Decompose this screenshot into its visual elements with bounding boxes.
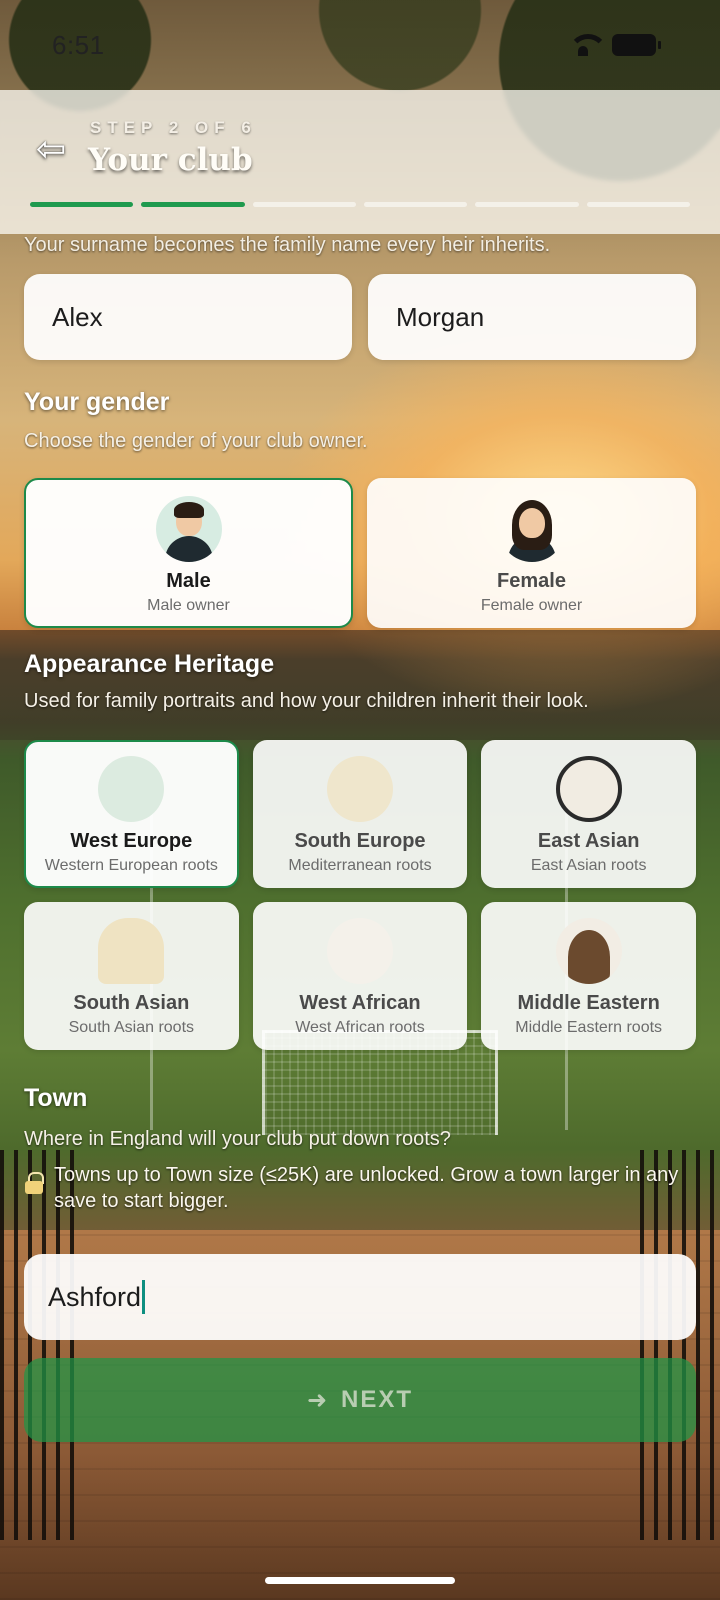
heritage-card-sub: Middle Eastern roots (515, 1019, 663, 1036)
step-progress (30, 202, 690, 207)
gender-card-title: Male (166, 570, 211, 592)
heritage-card-title: Middle Eastern (517, 992, 660, 1014)
progress-segment (586, 202, 690, 207)
status-time: 6:51 (52, 29, 105, 60)
first-name-field[interactable]: Alex (24, 274, 352, 360)
town-lock-note: Towns up to Town size (≤25K) are unlocke… (24, 1162, 696, 1214)
gender-card-female[interactable]: Female Female owner (367, 478, 696, 628)
heritage-card-sub: Western European roots (44, 857, 218, 874)
heritage-title: Appearance Heritage (24, 650, 275, 678)
status-icons (568, 34, 661, 56)
progress-segment (475, 202, 579, 207)
back-arrow-icon: ⇦ (35, 128, 67, 169)
south-europe-portrait-icon (326, 756, 393, 822)
gender-card-male[interactable]: Male Male owner (24, 478, 353, 628)
east-asian-portrait-icon (555, 756, 622, 822)
progress-segment (141, 202, 245, 207)
surname-hint: Your surname becomes the family name eve… (24, 234, 551, 256)
wifi-icon (568, 34, 608, 56)
gender-options: Male Male owner Female Female owner (24, 478, 696, 628)
lock-icon (24, 1172, 44, 1194)
town-skyline (0, 630, 720, 740)
lock-note-text: Towns up to Town size (≤25K) are unlocke… (54, 1164, 679, 1212)
west-african-portrait-icon (326, 918, 393, 984)
heritage-card-sub: East Asian roots (530, 857, 647, 874)
home-indicator[interactable] (265, 1577, 455, 1584)
next-button-label: NEXT (341, 1386, 414, 1413)
town-title: Town (24, 1084, 88, 1112)
female-avatar-icon (499, 496, 565, 562)
town-input[interactable]: Ashford (24, 1254, 696, 1340)
heritage-card-south-europe[interactable]: South Europe Mediterranean roots (252, 740, 468, 888)
south-asian-portrait-icon (98, 918, 165, 984)
heritage-card-middle-eastern[interactable]: Middle Eastern Middle Eastern roots (481, 902, 696, 1050)
name-row: Alex Morgan (24, 274, 696, 360)
heritage-card-title: South Asian (73, 992, 190, 1014)
heritage-card-south-asian[interactable]: South Asian South Asian roots (24, 902, 239, 1050)
heritage-card-title: East Asian (537, 830, 640, 852)
next-button[interactable]: ➜ NEXT (24, 1358, 696, 1442)
heritage-card-east-asian[interactable]: East Asian East Asian roots (481, 740, 696, 888)
surname-field[interactable]: Morgan (368, 274, 696, 360)
heritage-card-west-african[interactable]: West African West African roots (252, 902, 468, 1050)
arrow-right-icon: ➜ (306, 1386, 330, 1414)
west-europe-portrait-icon (98, 756, 165, 822)
back-button[interactable]: ⇦ (28, 126, 74, 172)
middle-eastern-portrait-icon (555, 918, 622, 984)
heritage-options: West Europe Western European roots South… (24, 740, 696, 1050)
progress-segment (30, 202, 134, 207)
town-subtitle: Where in England will your club put down… (24, 1128, 451, 1150)
gender-card-title: Female (497, 570, 566, 592)
gender-title: Your gender (24, 388, 170, 416)
step-label: STEP 2 OF 6 (90, 118, 257, 137)
heritage-card-sub: South Asian roots (68, 1019, 195, 1036)
heritage-card-sub: Mediterranean roots (288, 857, 432, 874)
battery-icon (612, 34, 661, 56)
heritage-subtitle: Used for family portraits and how your c… (24, 690, 589, 712)
gender-card-sub: Male owner (147, 597, 230, 614)
gender-card-sub: Female owner (480, 597, 583, 614)
page-title: Your club (88, 142, 253, 178)
header: ⇦ STEP 2 OF 6 Your club (0, 90, 720, 234)
status-bar: 6:51 (0, 0, 720, 90)
heritage-card-west-europe[interactable]: West Europe Western European roots (24, 740, 239, 888)
text-caret (142, 1280, 146, 1314)
heritage-card-sub: West African roots (295, 1019, 425, 1036)
male-avatar-icon (155, 496, 222, 562)
town-input-value: Ashford (48, 1281, 142, 1312)
heritage-card-title: West Europe (70, 830, 193, 852)
gender-subtitle: Choose the gender of your club owner. (24, 430, 368, 452)
progress-segment (363, 202, 468, 207)
progress-segment (252, 202, 356, 207)
heritage-card-title: West African (299, 992, 421, 1014)
heritage-card-title: South Europe (294, 830, 426, 852)
